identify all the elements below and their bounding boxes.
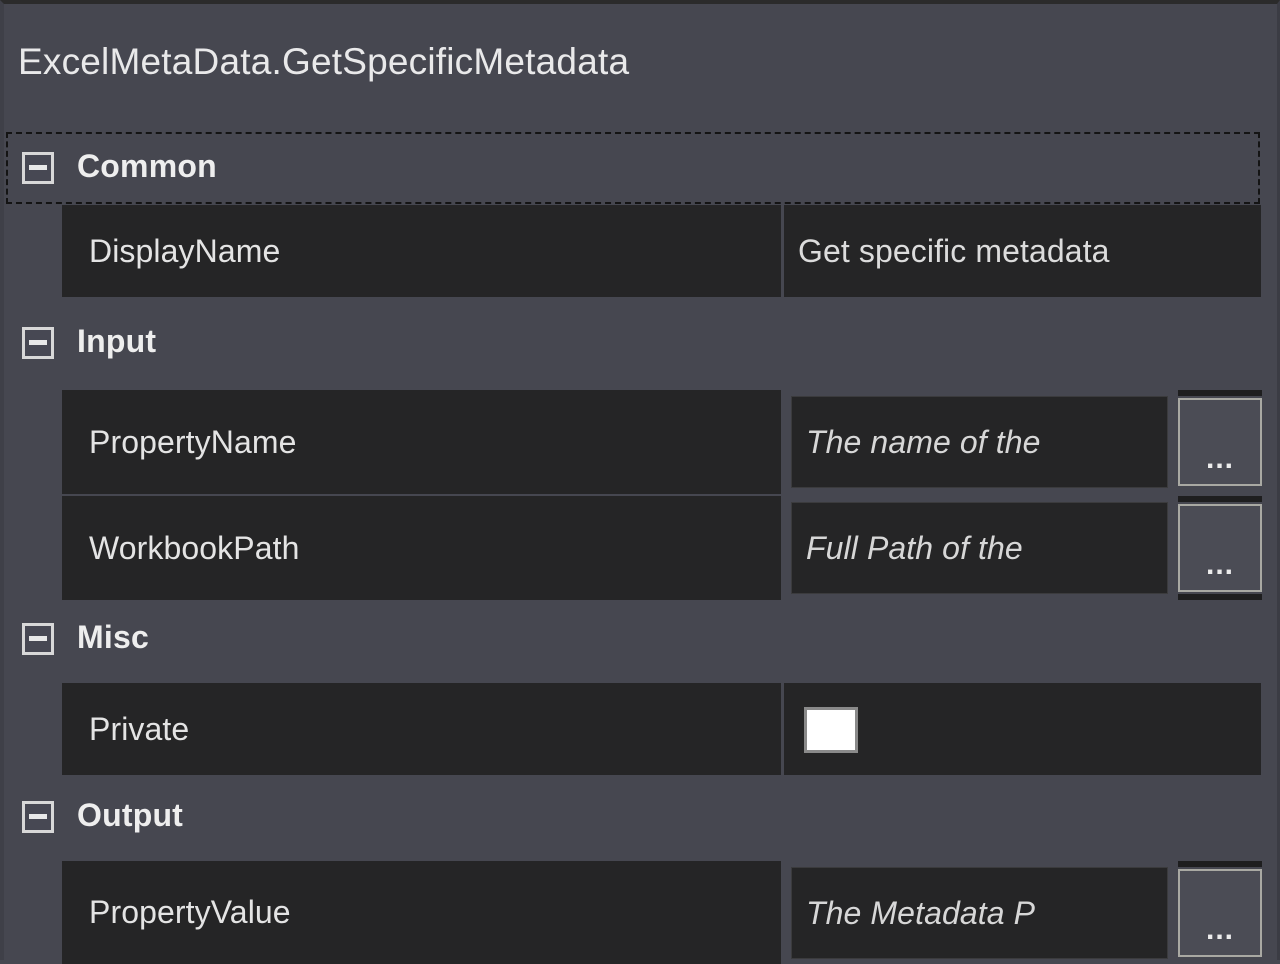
properties-panel: ExcelMetaData.GetSpecificMetadata Common…	[0, 0, 1280, 964]
property-name-display-name[interactable]: DisplayName	[62, 205, 781, 297]
button-shadow	[1178, 861, 1262, 867]
button-shadow	[1178, 496, 1262, 502]
collapse-minus-icon[interactable]	[22, 623, 54, 655]
ellipsis-icon: ...	[1205, 548, 1234, 581]
workbook-path-value: Full Path of the	[806, 529, 1023, 566]
minus-glyph	[29, 340, 47, 345]
property-label: PropertyValue	[89, 894, 291, 930]
category-header-input[interactable]: Input	[4, 307, 1280, 379]
minus-glyph	[29, 636, 47, 641]
table-row-workbook-path: WorkbookPath Full Path of the ...	[4, 496, 1280, 600]
browse-button-property-name[interactable]: ...	[1178, 398, 1262, 486]
property-name-property-name[interactable]: PropertyName	[62, 390, 781, 494]
property-value-display-name[interactable]: Get specific metadata	[784, 205, 1261, 297]
table-row-property-name: PropertyName The name of the ...	[4, 390, 1280, 494]
property-value-property-value[interactable]: The Metadata P	[791, 867, 1168, 959]
property-value-private[interactable]	[784, 683, 1261, 775]
minus-glyph	[29, 165, 47, 170]
private-checkbox[interactable]	[804, 707, 858, 753]
page-title: ExcelMetaData.GetSpecificMetadata	[18, 41, 630, 82]
ellipsis-icon: ...	[1205, 442, 1234, 475]
property-label: PropertyName	[89, 423, 297, 460]
category-header-common[interactable]: Common	[4, 132, 1280, 204]
category-header-output[interactable]: Output	[4, 782, 1280, 854]
property-name-property-value[interactable]: PropertyValue	[62, 861, 781, 964]
collapse-minus-icon[interactable]	[22, 152, 54, 184]
table-row-property-value: PropertyValue The Metadata P ...	[4, 861, 1280, 964]
category-label-input: Input	[77, 323, 157, 359]
property-label: Private	[89, 710, 190, 747]
collapse-minus-icon[interactable]	[22, 327, 54, 359]
table-row-private: Private	[4, 683, 1280, 775]
category-label-output: Output	[77, 797, 184, 833]
collapse-minus-icon[interactable]	[22, 801, 54, 833]
minus-glyph	[29, 814, 47, 819]
table-row-display-name: DisplayName Get specific metadata	[4, 205, 1280, 297]
ellipsis-icon: ...	[1205, 913, 1234, 946]
property-value-property-name[interactable]: The name of the	[791, 396, 1168, 488]
category-label-misc: Misc	[77, 619, 149, 655]
property-label: DisplayName	[89, 232, 281, 269]
display-name-value: Get specific metadata	[798, 232, 1110, 269]
button-shadow	[1178, 594, 1262, 600]
property-name-private[interactable]: Private	[62, 683, 781, 775]
property-value-value: The Metadata P	[806, 894, 1036, 931]
category-label-common: Common	[77, 148, 217, 184]
button-shadow	[1178, 390, 1262, 396]
browse-button-workbook-path[interactable]: ...	[1178, 504, 1262, 592]
category-header-misc[interactable]: Misc	[4, 604, 1280, 676]
property-name-value: The name of the	[806, 423, 1041, 460]
property-value-workbook-path[interactable]: Full Path of the	[791, 502, 1168, 594]
property-label: WorkbookPath	[89, 529, 300, 566]
browse-button-property-value[interactable]: ...	[1178, 869, 1262, 957]
property-name-workbook-path[interactable]: WorkbookPath	[62, 496, 781, 600]
